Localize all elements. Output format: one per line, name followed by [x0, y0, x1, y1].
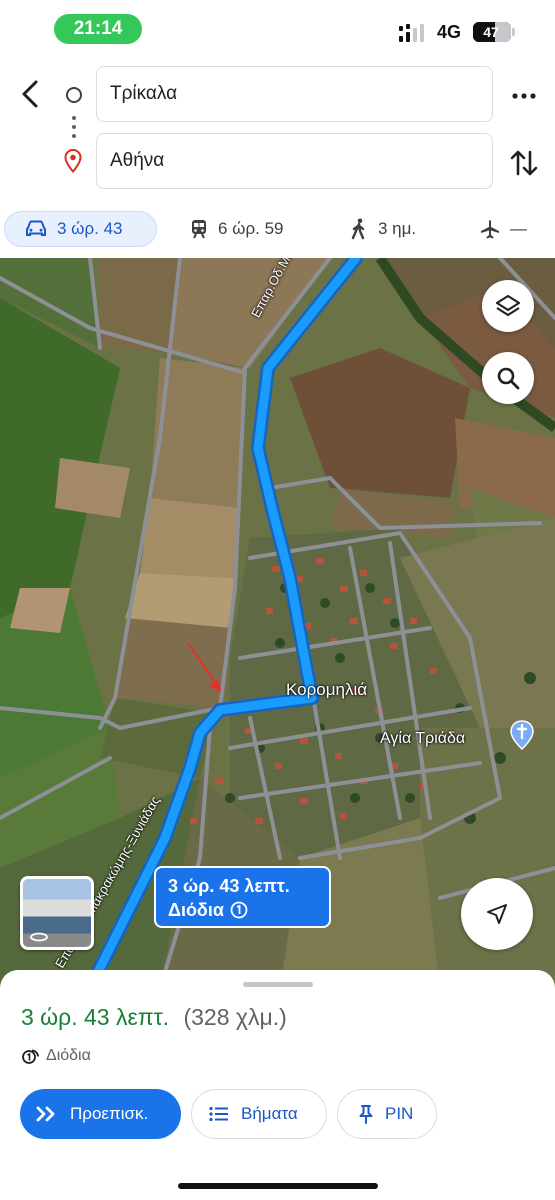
- summary-duration: 3 ώρ. 43 λεπτ.: [21, 1004, 170, 1030]
- preview-label: Προεπισκ.: [70, 1104, 149, 1123]
- status-bar: 21:14 4G 47: [0, 0, 555, 60]
- destination-input[interactable]: Αθήνα: [96, 133, 493, 189]
- back-button[interactable]: [14, 74, 46, 114]
- route-connector-dots: [72, 116, 76, 140]
- car-icon: [26, 220, 46, 236]
- origin-input[interactable]: Τρίκαλα: [96, 66, 493, 122]
- pin-button[interactable]: PIN: [337, 1089, 437, 1139]
- mode-transit-tab[interactable]: 6 ώρ. 59: [190, 211, 283, 247]
- train-icon: [192, 220, 206, 239]
- status-time: 21:14: [54, 14, 142, 44]
- double-chevron-icon: [36, 1106, 55, 1122]
- mode-walk-label: 3 ημ.: [378, 219, 417, 238]
- street-view-thumbnail[interactable]: [20, 876, 94, 950]
- callout-toll-label: Διόδια: [168, 900, 224, 920]
- swap-icon[interactable]: [508, 146, 540, 180]
- layers-icon: [495, 294, 521, 317]
- mode-flight-label: —: [510, 219, 527, 238]
- summary-distance: (328 χλμ.): [183, 1004, 287, 1030]
- steps-button[interactable]: Βήματα: [191, 1089, 327, 1139]
- mode-transit-label: 6 ώρ. 59: [218, 219, 284, 238]
- navigation-arrow-icon: [487, 904, 507, 924]
- callout-duration: 3 ώρ. 43 λεπτ.: [168, 876, 290, 896]
- mode-flight-tab[interactable]: —: [480, 211, 527, 247]
- back-arrow-icon: [22, 80, 38, 108]
- route-duration-callout[interactable]: 3 ώρ. 43 λεπτ. Διόδια: [154, 866, 331, 928]
- more-options-button[interactable]: [506, 80, 542, 112]
- mode-walk-tab[interactable]: 3 ημ.: [350, 211, 416, 247]
- network-type: 4G: [437, 22, 462, 42]
- destination-pin-icon: [64, 149, 82, 173]
- my-location-button[interactable]: [461, 878, 533, 950]
- toll-icon: [230, 901, 248, 919]
- battery-icon: 47: [473, 22, 511, 42]
- search-icon: [497, 367, 520, 390]
- route-summary-sheet: 3 ώρ. 43 λεπτ. (328 χλμ.) Διόδια Προεπισ…: [0, 970, 555, 1200]
- preview-button[interactable]: Προεπισκ.: [20, 1089, 181, 1139]
- sheet-grabber[interactable]: [243, 982, 313, 987]
- origin-circle-icon: [66, 87, 82, 103]
- layers-button[interactable]: [482, 280, 534, 332]
- home-indicator[interactable]: [178, 1183, 378, 1189]
- church-label[interactable]: Αγία Τριάδα: [380, 730, 465, 748]
- search-along-route-button[interactable]: [482, 352, 534, 404]
- battery-level: 47: [483, 24, 499, 40]
- rotate-360-icon: [30, 932, 48, 942]
- walk-icon: [351, 218, 365, 240]
- village-label[interactable]: Κορομηλιά: [286, 680, 367, 700]
- toll-label: Διόδια: [46, 1047, 91, 1064]
- cellular-signal-icon: [399, 24, 424, 42]
- pushpin-icon: [359, 1105, 373, 1124]
- toll-icon: [22, 1049, 39, 1064]
- pin-label: PIN: [385, 1104, 414, 1123]
- mode-drive-label: 3 ώρ. 43: [57, 219, 123, 238]
- steps-label: Βήματα: [241, 1104, 298, 1123]
- church-pin-icon[interactable]: [509, 720, 535, 750]
- more-vert-icon: [512, 93, 536, 99]
- list-icon: [209, 1106, 228, 1122]
- mode-drive-tab[interactable]: 3 ώρ. 43: [4, 211, 157, 247]
- airplane-icon: [481, 220, 499, 239]
- battery-nub: [512, 28, 515, 36]
- map-view[interactable]: Επαρ.Οδ.Μακρακώ Επαρ.Οδ. Μακρακώμης-Ξυνι…: [0, 258, 555, 988]
- route-summary: 3 ώρ. 43 λεπτ. (328 χλμ.): [21, 1004, 287, 1031]
- toll-info: Διόδια: [22, 1047, 91, 1065]
